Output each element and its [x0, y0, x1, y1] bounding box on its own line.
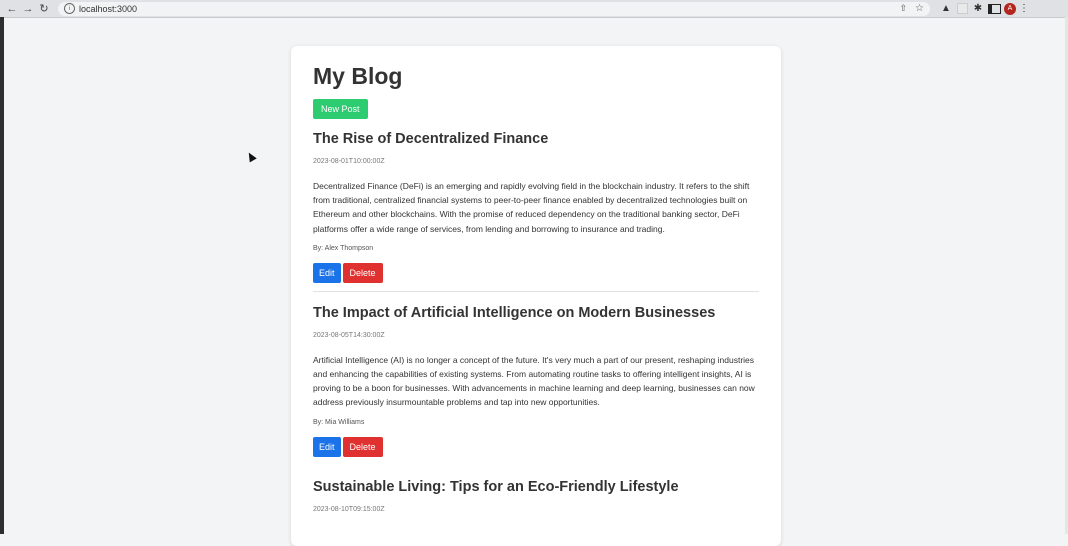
back-icon[interactable]: ←	[4, 1, 20, 17]
avatar[interactable]: A	[1004, 2, 1016, 15]
share-icon[interactable]: ⇧	[899, 3, 907, 14]
side-panel-icon[interactable]	[986, 1, 1002, 17]
new-post-button[interactable]: New Post	[313, 99, 368, 119]
post-item: The Impact of Artificial Intelligence on…	[313, 304, 759, 457]
post-item: Sustainable Living: Tips for an Eco-Frie…	[313, 478, 759, 514]
post-title: The Impact of Artificial Intelligence on…	[313, 304, 716, 321]
reload-icon[interactable]: ↻	[36, 1, 52, 17]
forward-icon[interactable]: →	[20, 1, 36, 17]
star-icon[interactable]: ☆	[915, 3, 924, 14]
post-item: The Rise of Decentralized Finance 2023-0…	[313, 130, 759, 292]
edit-button[interactable]: Edit	[313, 262, 341, 283]
post-title: The Rise of Decentralized Finance	[313, 131, 549, 147]
browser-toolbar: ← → ↻ i localhost:3000 ⇧ ☆ ▲ ✱ A ⋮	[0, 0, 1068, 18]
delete-button[interactable]: Delete	[342, 436, 383, 457]
page-title: My Blog	[313, 63, 403, 89]
post-actions: Edit Delete	[313, 436, 759, 457]
edit-button[interactable]: Edit	[313, 436, 341, 457]
address-bar[interactable]: i localhost:3000 ⇧ ☆	[58, 1, 930, 16]
post-author: By: Mia Williams	[313, 418, 365, 426]
post-date: 2023-08-10T09:15:00Z	[313, 505, 385, 513]
window-edge	[0, 17, 4, 534]
post-author: By: Alex Thompson	[313, 244, 374, 252]
delete-button[interactable]: Delete	[342, 262, 383, 283]
post-body: Decentralized Finance (DeFi) is an emerg…	[313, 181, 750, 234]
blog-container: My Blog New Post The Rise of Decentraliz…	[291, 46, 781, 546]
mouse-cursor-icon	[245, 150, 257, 163]
divider	[313, 290, 759, 292]
post-body: Artificial Intelligence (AI) is no longe…	[313, 354, 755, 408]
url-text: localhost:3000	[79, 3, 138, 14]
post-title: Sustainable Living: Tips for an Eco-Frie…	[313, 478, 679, 495]
extension-placeholder-icon[interactable]	[954, 1, 970, 17]
puzzle-icon[interactable]: ✱	[970, 1, 986, 17]
menu-icon[interactable]: ⋮	[1016, 1, 1032, 17]
extension-icon[interactable]: ▲	[938, 1, 954, 17]
post-actions: Edit Delete	[313, 262, 759, 283]
post-date: 2023-08-05T14:30:00Z	[313, 331, 385, 339]
post-date: 2023-08-01T10:00:00Z	[313, 158, 385, 165]
info-icon[interactable]: i	[64, 3, 75, 14]
